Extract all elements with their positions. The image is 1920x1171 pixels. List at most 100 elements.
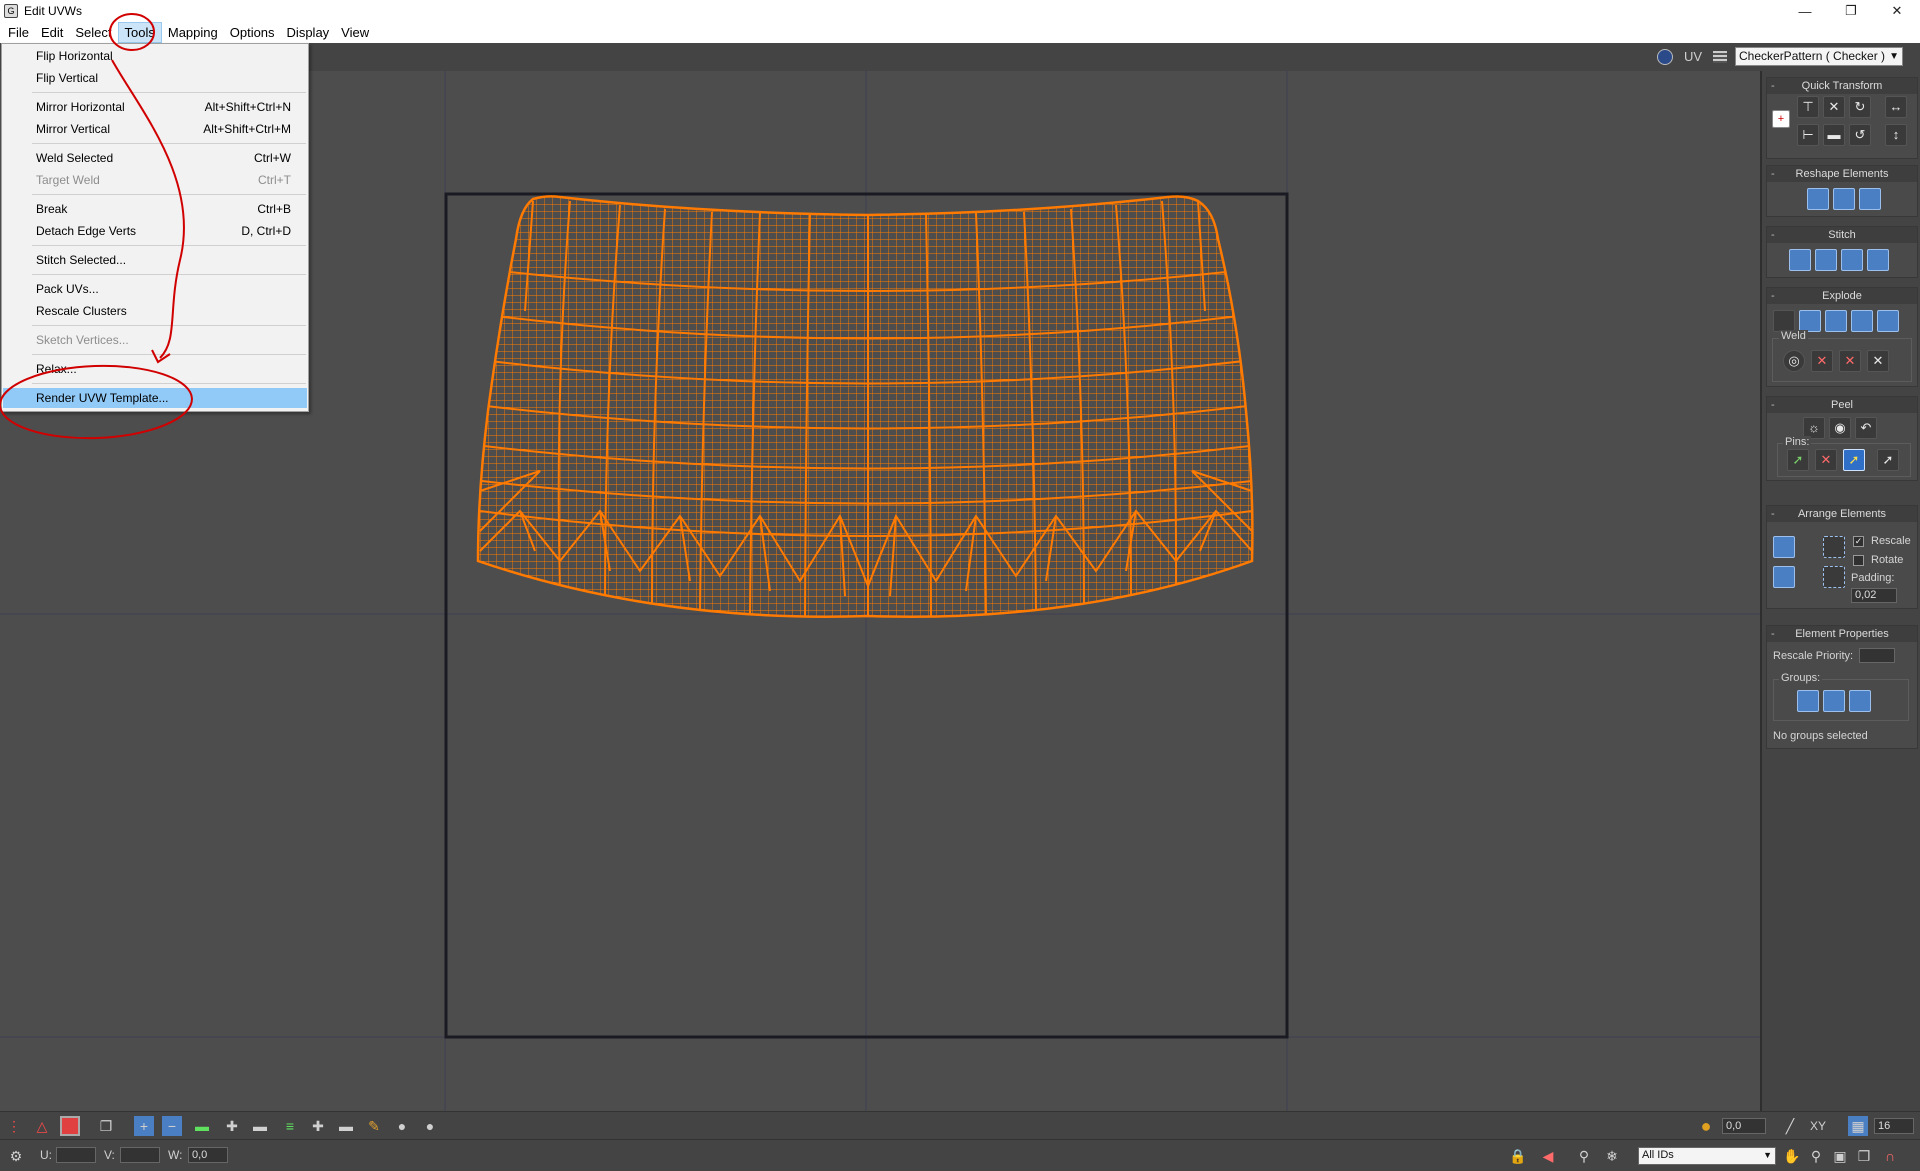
rotate-ccw-icon[interactable]: ↺ (1849, 124, 1871, 146)
grid-size-spinner[interactable]: 16 (1874, 1118, 1914, 1134)
checker-icon[interactable] (1713, 51, 1727, 63)
menu-item-sketch-vertices[interactable]: Sketch Vertices... (3, 330, 307, 350)
shrink-ring-icon[interactable]: ▬ (250, 1116, 270, 1136)
u-field[interactable] (56, 1147, 96, 1163)
space-horizontal-icon[interactable]: ↔ (1885, 96, 1907, 118)
vertex-mode-icon[interactable]: ⋮ (4, 1116, 24, 1136)
rollout-header[interactable]: - Explode (1767, 288, 1917, 304)
loop-icon[interactable]: ≡ (280, 1116, 300, 1136)
stitch-to-target-icon[interactable] (1789, 249, 1811, 271)
material-id-select[interactable]: All IDs ▼ (1638, 1147, 1776, 1165)
pin-icon[interactable]: ⚲ (1574, 1146, 1594, 1166)
zoom-extents-icon[interactable]: ❐ (1854, 1146, 1874, 1166)
zoom-icon[interactable]: ⚲ (1806, 1146, 1826, 1166)
explode-to-smoothing-icon[interactable] (1799, 310, 1821, 332)
rescale-checkbox[interactable]: ✓ (1853, 536, 1864, 547)
explode-to-material-icon[interactable] (1825, 310, 1847, 332)
shrink-brush-icon[interactable]: ● (420, 1116, 440, 1136)
menu-item-target-weld[interactable]: Target Weld Ctrl+T (3, 170, 307, 190)
magnet-icon[interactable]: ∩ (1880, 1146, 1900, 1166)
weld-target-icon[interactable]: ✕ (1839, 350, 1861, 372)
menu-item-relax[interactable]: Relax... (3, 359, 307, 379)
texture-select[interactable]: CheckerPattern ( Checker ) ▼ (1735, 47, 1903, 66)
hide-icon[interactable]: ◀ (1538, 1146, 1558, 1166)
polygon-mode-icon[interactable] (60, 1116, 80, 1136)
rescale-priority-spinner[interactable] (1859, 648, 1895, 663)
select-group-icon[interactable] (1849, 690, 1871, 712)
menu-item-weld-selected[interactable]: Weld Selected Ctrl+W (3, 148, 307, 168)
menu-item-stitch-selected[interactable]: Stitch Selected... (3, 250, 307, 270)
menu-item-detach-edge-verts[interactable]: Detach Edge Verts D, Ctrl+D (3, 221, 307, 241)
edge-mode-icon[interactable]: △ (32, 1116, 52, 1136)
show-map-icon[interactable] (1657, 49, 1673, 65)
w-field[interactable]: 0,0 (188, 1147, 228, 1163)
weld-edges-icon[interactable]: ✕ (1867, 350, 1889, 372)
rollout-header[interactable]: - Reshape Elements (1767, 166, 1917, 182)
menu-item-flip-horizontal[interactable]: Flip Horizontal (3, 46, 307, 66)
weld-selected-icon[interactable]: ✕ (1811, 350, 1833, 372)
menu-view[interactable]: View (335, 22, 375, 43)
ring-icon[interactable]: ▬ (192, 1116, 212, 1136)
relax-by-polygon-icon[interactable] (1859, 188, 1881, 210)
align-diagonal-icon[interactable]: ✕ (1823, 96, 1845, 118)
grid-snap-icon[interactable]: ▦ (1848, 1116, 1868, 1136)
ungroup-selected-icon[interactable] (1823, 690, 1845, 712)
pack-normalize-icon[interactable] (1773, 566, 1795, 588)
edge-distance-icon[interactable]: ╱ (1780, 1116, 1800, 1136)
break-icon[interactable] (1773, 310, 1795, 332)
lock-icon[interactable]: 🔒 (1508, 1146, 1528, 1166)
pack-rescale-icon[interactable] (1823, 566, 1845, 588)
flatten-by-angle-icon[interactable] (1851, 310, 1873, 332)
rollout-header[interactable]: - Quick Transform (1767, 78, 1917, 94)
soft-selection-value[interactable]: 0,0 (1722, 1118, 1766, 1134)
menu-item-pack-uvs[interactable]: Pack UVs... (3, 279, 307, 299)
rotate-cw-icon[interactable]: ↻ (1849, 96, 1871, 118)
pan-icon[interactable]: ✋ (1782, 1146, 1802, 1166)
relax-icon[interactable] (1833, 188, 1855, 210)
auto-pin-icon[interactable]: ➚ (1843, 449, 1865, 471)
stitch-to-source-icon[interactable] (1841, 249, 1863, 271)
menu-select[interactable]: Select (69, 22, 117, 43)
stitch-custom-icon[interactable] (1867, 249, 1889, 271)
rotate-checkbox[interactable] (1853, 555, 1864, 566)
straighten-selection-icon[interactable] (1807, 188, 1829, 210)
space-vertical-icon[interactable]: ↕ (1885, 124, 1907, 146)
pack-together-icon[interactable] (1823, 536, 1845, 558)
menu-file[interactable]: File (2, 22, 35, 43)
menu-item-mirror-horizontal[interactable]: Mirror Horizontal Alt+Shift+Ctrl+N (3, 97, 307, 117)
v-field[interactable] (120, 1147, 160, 1163)
pin-selected-icon[interactable]: ➚ (1787, 449, 1809, 471)
menu-item-mirror-vertical[interactable]: Mirror Vertical Alt+Shift+Ctrl+M (3, 119, 307, 139)
soft-selection-icon[interactable]: ● (1696, 1116, 1716, 1136)
explode-icon[interactable] (1877, 310, 1899, 332)
menu-options[interactable]: Options (224, 22, 281, 43)
group-selected-icon[interactable] (1797, 690, 1819, 712)
weld-threshold-icon[interactable]: ◎ (1783, 350, 1805, 372)
align-horizontal-icon[interactable]: ⊤ (1797, 96, 1819, 118)
menu-tools[interactable]: Tools (117, 22, 162, 43)
zoom-region-icon[interactable]: ▣ (1830, 1146, 1850, 1166)
unpin-icon[interactable]: ✕ (1815, 449, 1837, 471)
pack-custom-icon[interactable] (1773, 536, 1795, 558)
enlarge-brush-icon[interactable]: ● (392, 1116, 412, 1136)
pivot-icon[interactable]: + (1772, 110, 1790, 128)
shrink-selection-icon[interactable]: − (162, 1116, 182, 1136)
menu-edit[interactable]: Edit (35, 22, 69, 43)
minimize-icon[interactable]: — (1782, 0, 1828, 22)
grow-selection-icon[interactable]: + (134, 1116, 154, 1136)
rollout-header[interactable]: - Element Properties (1767, 626, 1917, 642)
paint-select-icon[interactable]: ✎ (364, 1116, 384, 1136)
element-mode-icon[interactable]: ❐ (96, 1116, 116, 1136)
straighten-icon[interactable]: ▬ (1823, 124, 1845, 146)
align-vertical-icon[interactable]: ⊢ (1797, 124, 1819, 146)
grow-loop-icon[interactable]: ✚ (308, 1116, 328, 1136)
menu-display[interactable]: Display (281, 22, 336, 43)
select-pins-icon[interactable]: ➚ (1877, 449, 1899, 471)
grow-ring-icon[interactable]: ✚ (222, 1116, 242, 1136)
absolute-offset-icon[interactable]: ⚙ (6, 1146, 26, 1166)
menu-item-flip-vertical[interactable]: Flip Vertical (3, 68, 307, 88)
rollout-header[interactable]: - Stitch (1767, 227, 1917, 243)
uv-axis-label[interactable]: UV (1684, 49, 1702, 64)
rollout-header[interactable]: - Arrange Elements (1767, 506, 1917, 522)
menu-item-render-uvw-template[interactable]: Render UVW Template... (3, 388, 307, 408)
